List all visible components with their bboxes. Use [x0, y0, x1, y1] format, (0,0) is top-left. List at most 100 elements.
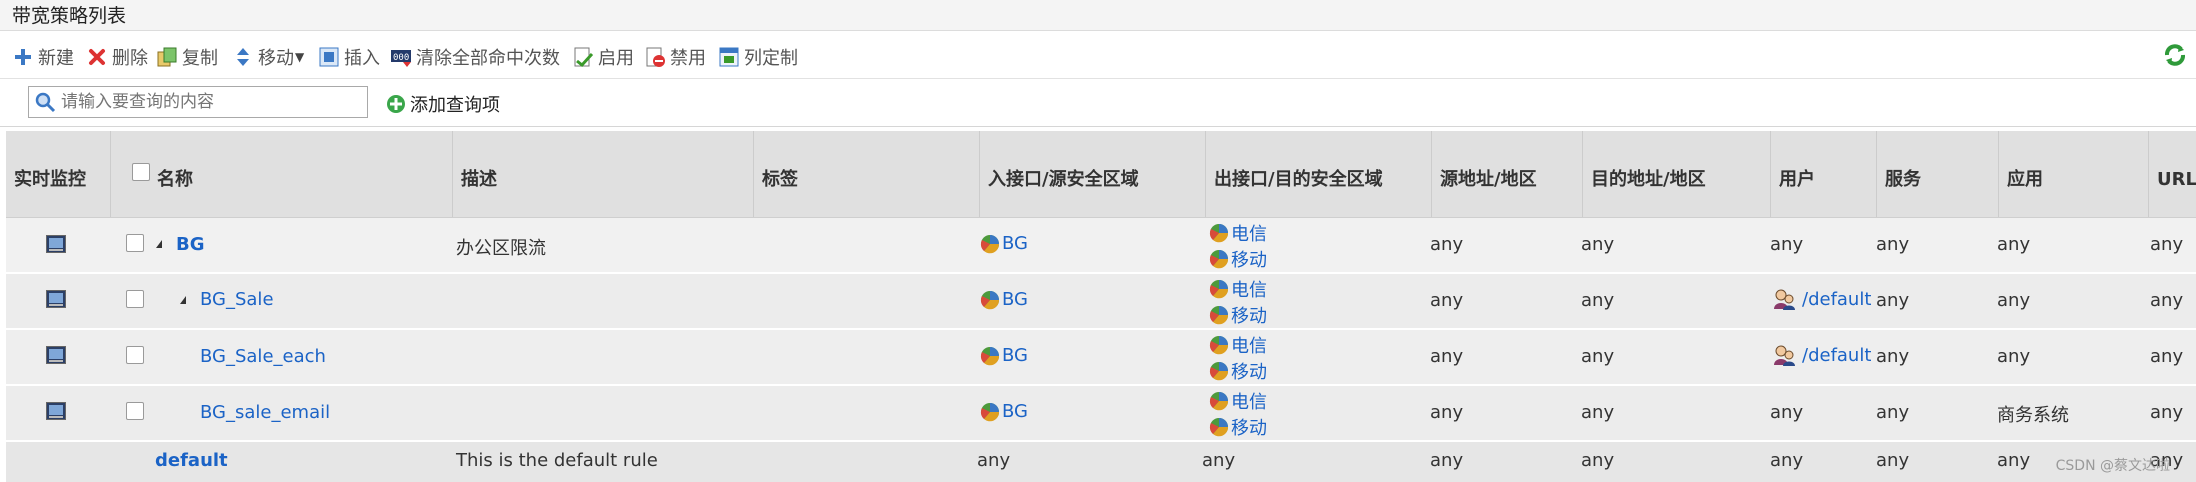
user-icon [1774, 289, 1795, 310]
row-checkbox[interactable] [126, 234, 144, 252]
column-header-app[interactable]: 应用 [1999, 131, 2149, 217]
new-button[interactable]: 新建 [12, 42, 74, 72]
add-query-button[interactable]: 添加查询项 [386, 92, 500, 116]
in-zone-link[interactable]: BG [980, 401, 1028, 422]
chevron-down-icon: ▼ [295, 50, 305, 64]
url-cell: any [2150, 346, 2184, 367]
enable-label: 启用 [598, 48, 634, 69]
add-query-label: 添加查询项 [410, 95, 500, 116]
zone-pie-icon [1209, 280, 1229, 299]
delete-x-icon [86, 46, 108, 68]
table-row[interactable]: BG_Sale BG 电信 移动 any any /default any an… [6, 274, 2196, 330]
expand-triangle-icon[interactable] [180, 296, 186, 304]
policy-name-link[interactable]: default [155, 450, 228, 471]
move-label: 移动 [258, 48, 294, 69]
new-label: 新建 [38, 48, 74, 69]
out-zone-link[interactable]: 移动 [1209, 358, 1267, 384]
delete-label: 删除 [112, 48, 148, 69]
watermark: CSDN @蔡文达啦 [2055, 458, 2170, 474]
enable-icon [572, 46, 594, 68]
service-cell: any [1876, 234, 1910, 255]
policy-name-link[interactable]: BG_sale_email [200, 402, 330, 423]
expand-triangle-icon[interactable] [156, 240, 162, 248]
column-header-label[interactable]: 标签 [754, 131, 980, 217]
page-title: 带宽策略列表 [12, 5, 127, 27]
column-header-url[interactable]: URL分 [2149, 131, 2196, 217]
search-input[interactable] [59, 89, 363, 115]
policy-name-link[interactable]: BG_Sale [200, 289, 274, 310]
zone-pie-icon [980, 290, 1000, 309]
column-header-monitor[interactable]: 实时监控 [6, 131, 111, 217]
zone-pie-icon [1209, 306, 1229, 325]
user-cell: any [1770, 234, 1804, 255]
policy-name-link[interactable]: BG_Sale_each [200, 346, 326, 367]
out-zone-link[interactable]: 移动 [1209, 414, 1267, 440]
column-header-dst[interactable]: 目的地址/地区 [1583, 131, 1771, 217]
search-box[interactable] [28, 86, 368, 118]
zone-pie-icon [1209, 250, 1229, 269]
src-cell: any [1430, 402, 1464, 423]
column-header-out-zone[interactable]: 出接口/目的安全区域 [1206, 131, 1432, 217]
svg-text:000: 000 [393, 53, 409, 63]
monitor-icon[interactable] [46, 346, 66, 364]
column-header-src[interactable]: 源地址/地区 [1432, 131, 1583, 217]
insert-icon [318, 46, 340, 68]
toolbar: 新建 删除 复制 移动 ▼ 插入 000 清除全部命中次数 启用 禁用 列定制 [0, 42, 2196, 72]
copy-button[interactable]: 复制 [156, 42, 218, 72]
table-header: 实时监控 名称 描述 标签 入接口/源安全区域 出接口/目的安全区域 源地址/地… [6, 131, 2196, 218]
select-all-checkbox[interactable] [132, 163, 150, 181]
user-link[interactable]: /default [1772, 343, 1871, 367]
in-zone-link[interactable]: BG [980, 345, 1028, 366]
policy-name-link[interactable]: BG [176, 234, 205, 255]
description-cell: 办公区限流 [456, 238, 546, 259]
column-header-description[interactable]: 描述 [453, 131, 754, 217]
disable-icon [644, 46, 666, 68]
policy-table: 实时监控 名称 描述 标签 入接口/源安全区域 出接口/目的安全区域 源地址/地… [6, 131, 2196, 482]
column-header-name[interactable]: 名称 [111, 131, 453, 217]
clear-hits-button[interactable]: 000 清除全部命中次数 [390, 42, 560, 72]
out-zone-link[interactable]: 电信 [1209, 220, 1267, 246]
clear-hits-label: 清除全部命中次数 [416, 48, 560, 69]
service-cell: any [1876, 290, 1910, 311]
column-header-user[interactable]: 用户 [1771, 131, 1877, 217]
out-zone-link[interactable]: 电信 [1209, 332, 1267, 358]
row-checkbox[interactable] [126, 402, 144, 420]
user-cell: any [1770, 402, 1804, 423]
src-cell: any [1430, 234, 1464, 255]
refresh-icon[interactable] [2162, 42, 2188, 68]
out-zone-link[interactable]: 移动 [1209, 246, 1267, 272]
copy-label: 复制 [182, 48, 218, 69]
in-zone-link[interactable]: BG [980, 289, 1028, 310]
src-cell: any [1430, 346, 1464, 367]
out-zone-link[interactable]: 电信 [1209, 388, 1267, 414]
in-zone-link[interactable]: BG [980, 233, 1028, 254]
url-cell: any [2150, 234, 2184, 255]
url-cell: any [2150, 290, 2184, 311]
disable-button[interactable]: 禁用 [644, 42, 706, 72]
user-link[interactable]: /default [1772, 287, 1871, 311]
column-custom-button[interactable]: 列定制 [718, 42, 798, 72]
out-zone-link[interactable]: 电信 [1209, 276, 1267, 302]
column-header-service[interactable]: 服务 [1877, 131, 1999, 217]
url-cell: any [2150, 402, 2184, 423]
move-button[interactable]: 移动 ▼ [232, 42, 304, 72]
column-header-in-zone[interactable]: 入接口/源安全区域 [980, 131, 1206, 217]
title-bar: 带宽策略列表 [0, 0, 2196, 31]
toolbar-divider [0, 78, 2196, 79]
dst-cell: any [1581, 450, 1615, 471]
out-zone-link[interactable]: 移动 [1209, 302, 1267, 328]
counter-icon: 000 [390, 46, 412, 68]
monitor-icon[interactable] [46, 290, 66, 308]
monitor-icon[interactable] [46, 402, 66, 420]
insert-button[interactable]: 插入 [318, 42, 380, 72]
delete-button[interactable]: 删除 [86, 42, 148, 72]
table-row[interactable]: default This is the default rule any any… [6, 442, 2196, 482]
monitor-icon[interactable] [46, 235, 66, 253]
row-checkbox[interactable] [126, 346, 144, 364]
enable-button[interactable]: 启用 [572, 42, 634, 72]
table-row[interactable]: BG_sale_email BG 电信 移动 any any any any 商… [6, 386, 2196, 442]
table-row[interactable]: BG 办公区限流 BG 电信 移动 any any any any any an… [6, 218, 2196, 274]
zone-pie-icon [1209, 224, 1229, 243]
table-row[interactable]: BG_Sale_each BG 电信 移动 any any /default a… [6, 330, 2196, 386]
row-checkbox[interactable] [126, 290, 144, 308]
